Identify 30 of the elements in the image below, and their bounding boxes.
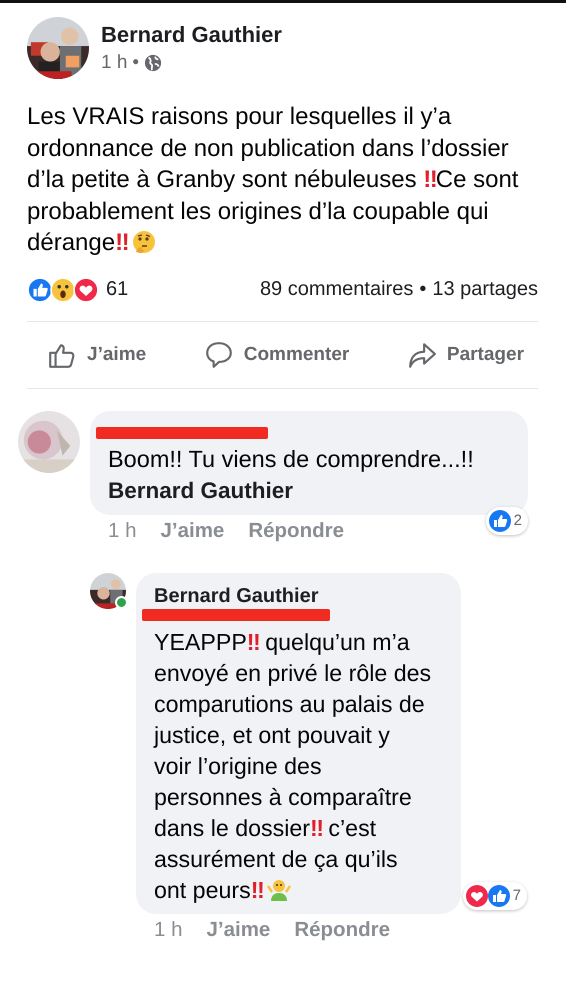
share-count[interactable]: 13 partages bbox=[432, 278, 538, 301]
like-button[interactable]: J’aime bbox=[47, 322, 146, 388]
reply-link[interactable]: Répondre bbox=[294, 918, 390, 942]
tagged-name[interactable]: Bernard Gauthier bbox=[108, 474, 510, 506]
separator-dot: • bbox=[132, 52, 140, 74]
share-button[interactable]: Partager bbox=[406, 322, 524, 388]
comment-time[interactable]: 1 h bbox=[154, 918, 182, 942]
comment-time[interactable]: 1 h bbox=[108, 518, 136, 542]
thinking-face-icon bbox=[132, 230, 156, 254]
like-reaction-icon bbox=[27, 276, 53, 302]
love-reaction-icon bbox=[73, 276, 99, 302]
post-time[interactable]: 1 h bbox=[101, 52, 128, 74]
shrug-icon bbox=[266, 878, 291, 902]
author-name[interactable]: Bernard Gauthier bbox=[101, 22, 282, 48]
reaction-badge[interactable]: 2 bbox=[486, 506, 528, 534]
comment-text: YEAPPP‼ quelqu’un m’a envoyé en privé le rôle des comparutions au palais de justice, et ont pouvait y voir l’origine des personnes à comparaître dans le dossier‼ c’est assurément de ça qu’ils ont peurs‼ bbox=[154, 628, 432, 902]
author-name[interactable]: Bernard Gauthier bbox=[154, 582, 443, 608]
comment-button[interactable]: Commenter bbox=[204, 322, 350, 388]
comment-count[interactable]: 89 commentaires bbox=[260, 278, 414, 301]
reaction-count[interactable]: 61 bbox=[106, 278, 128, 301]
reaction-badge[interactable]: 7 bbox=[462, 882, 527, 910]
like-link[interactable]: J’aime bbox=[160, 518, 224, 542]
reply-link[interactable]: Répondre bbox=[248, 518, 344, 542]
post-text: Les VRAIS raisons pour lesquelles il y’a ordonnance de non publication dans l’dossier d’la petite à Granby sont nébuleuses ‼Ce sont probablement les origines d’la coupable qui dérange‼ bbox=[27, 103, 518, 256]
globe-icon bbox=[144, 54, 162, 72]
like-link[interactable]: J’aime bbox=[206, 918, 270, 942]
wow-reaction-icon bbox=[50, 276, 76, 302]
speech-bubble-icon bbox=[204, 340, 234, 370]
separator-dot: • bbox=[419, 278, 426, 301]
comment-text: Boom!! Tu viens de comprendre...!! bbox=[108, 444, 475, 474]
